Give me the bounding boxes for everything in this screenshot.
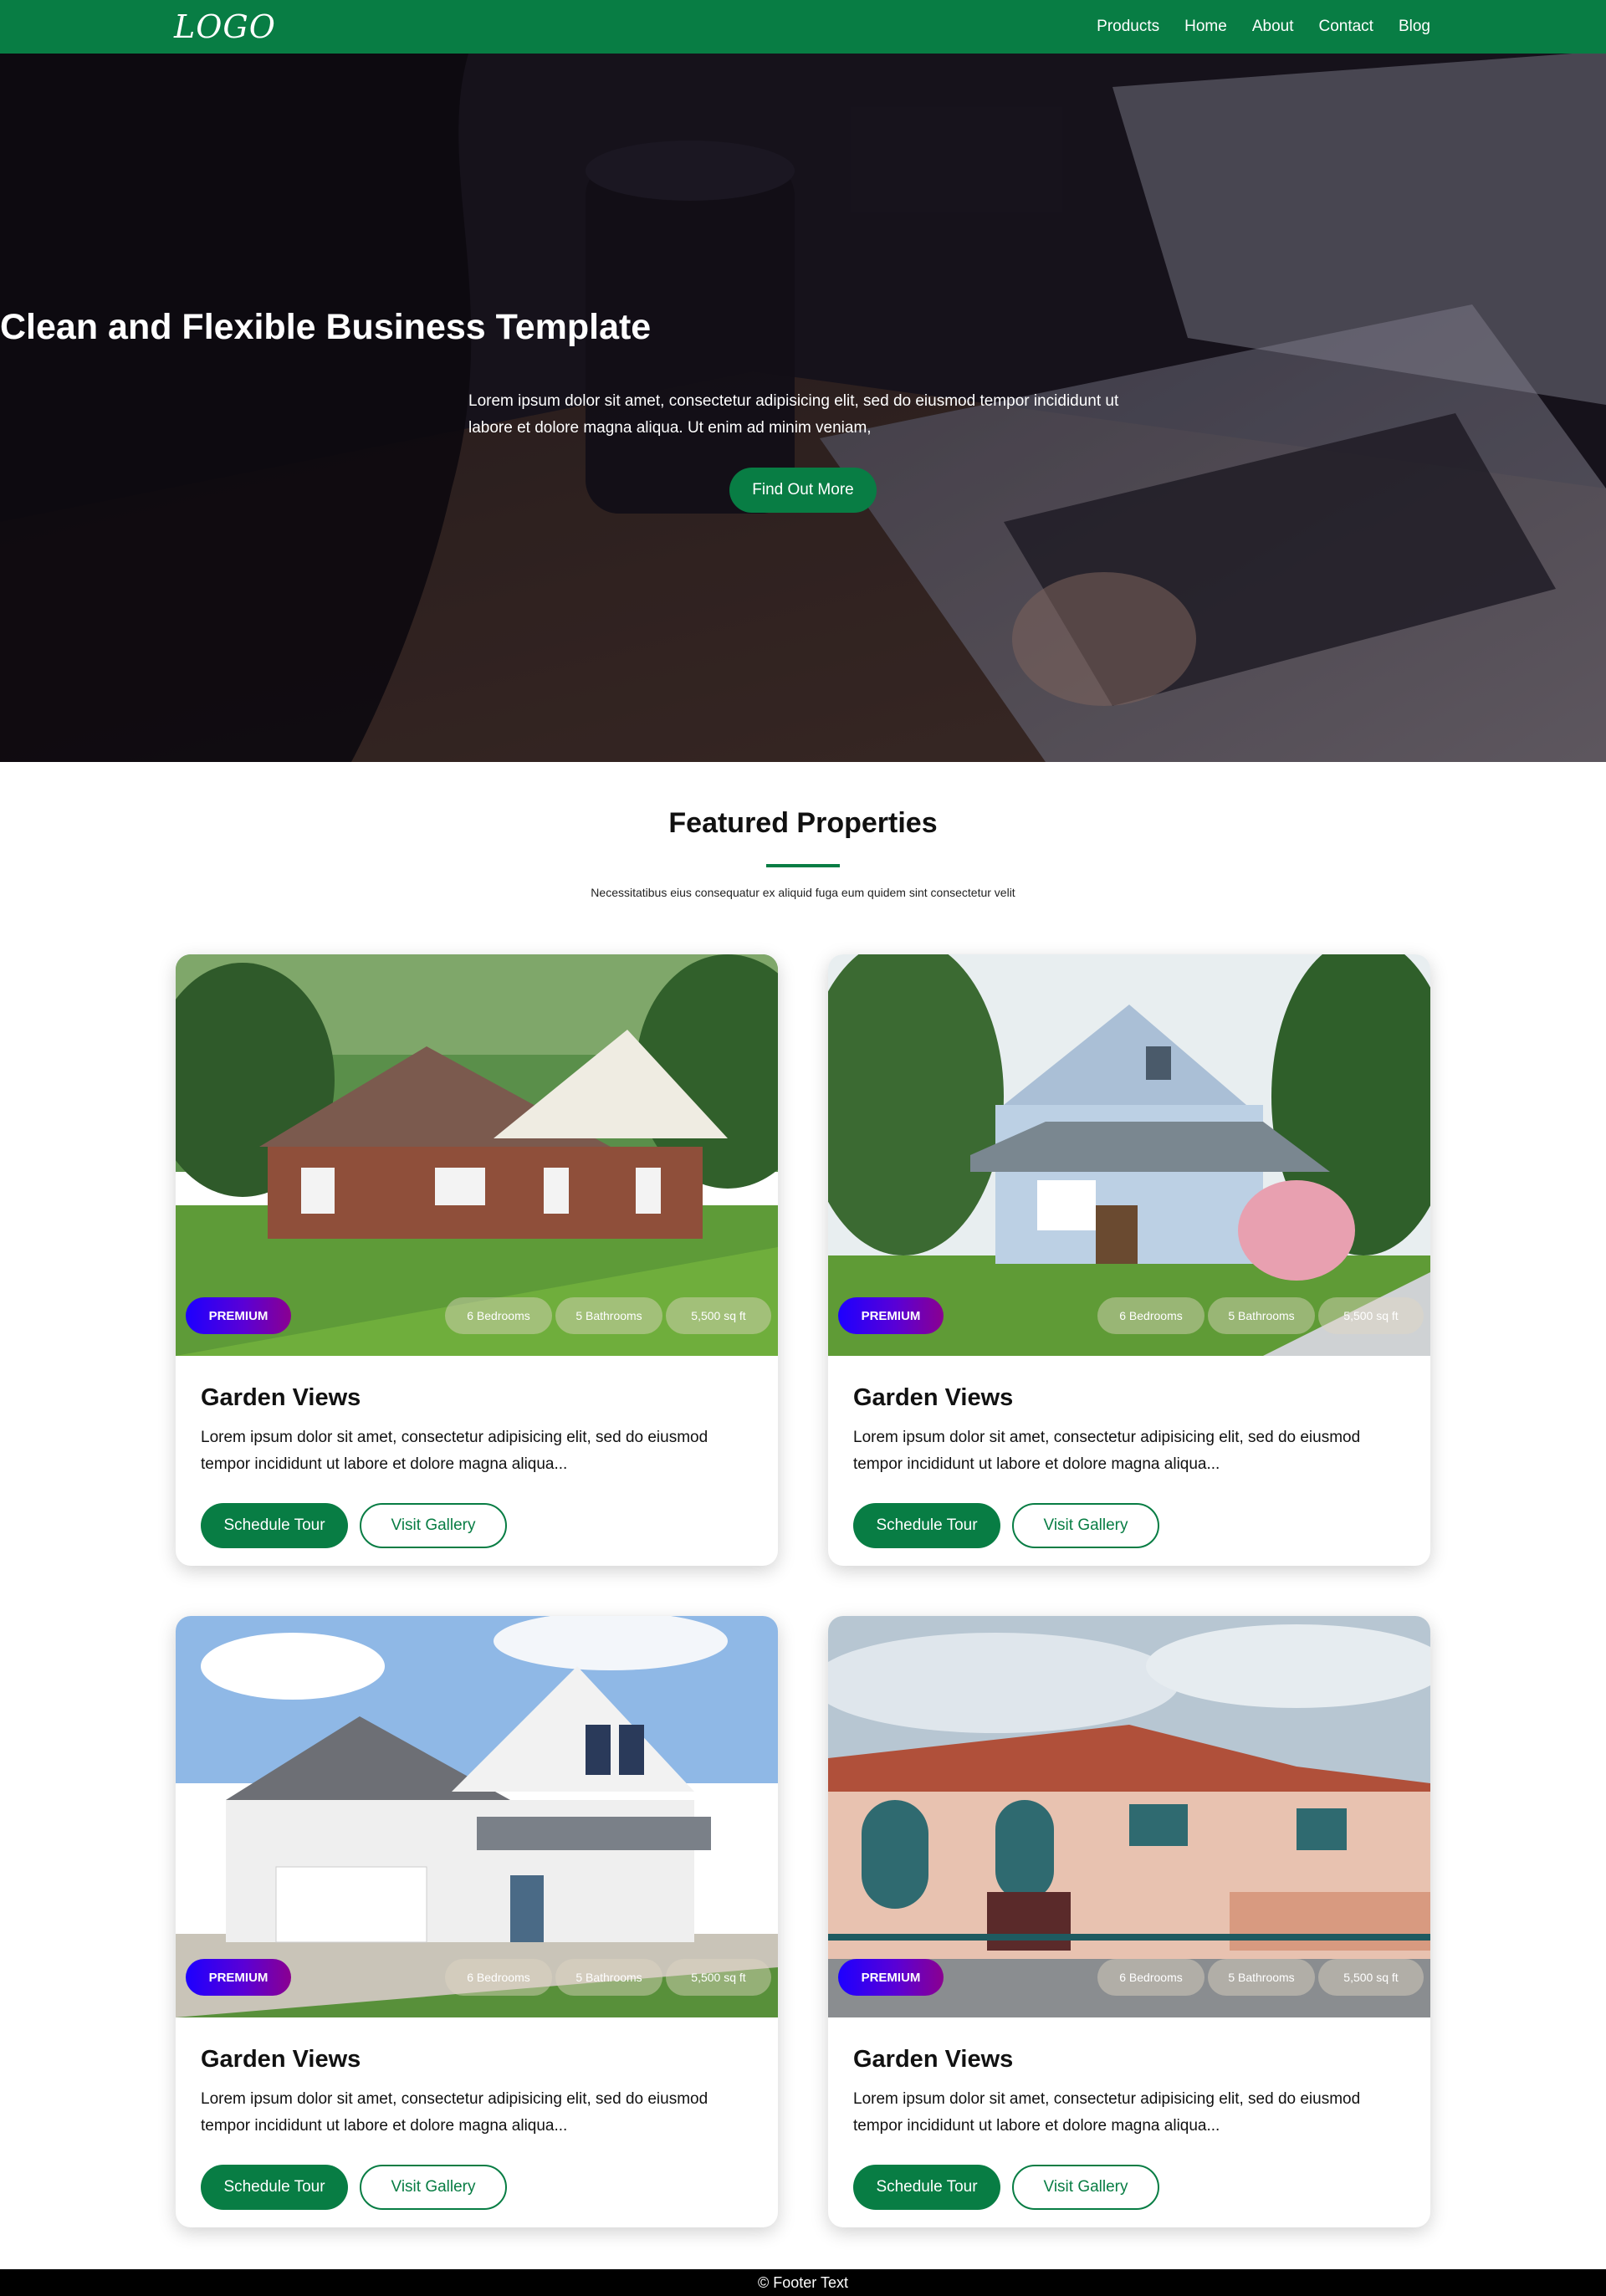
area-pill: 5,500 sq ft: [1318, 1297, 1424, 1334]
bedrooms-pill: 6 Bedrooms: [1097, 1297, 1204, 1334]
card-description: Lorem ipsum dolor sit amet, consectetur …: [853, 1429, 1361, 1473]
schedule-tour-button[interactable]: Schedule Tour: [853, 2165, 1000, 2210]
area-pill: 5,500 sq ft: [666, 1297, 771, 1334]
property-image[interactable]: [176, 954, 778, 1356]
card-description: Lorem ipsum dolor sit amet, consectetur …: [201, 1429, 708, 1473]
bathrooms-pill: 5 Bathrooms: [555, 1297, 662, 1334]
area-pill: 5,500 sq ft: [1318, 1959, 1424, 1996]
footer: © Footer Text: [0, 2269, 1606, 2296]
card-title: Garden Views: [853, 2046, 1014, 2073]
nav-link-blog[interactable]: Blog: [1399, 18, 1430, 36]
property-image[interactable]: [828, 1616, 1430, 2017]
section-subtitle: Necessitatibus eius consequatur ex aliqu…: [591, 886, 1015, 899]
card-title: Garden Views: [201, 2046, 361, 2073]
property-card: PREMIUM 6 Bedrooms 5 Bathrooms 5,500 sq …: [828, 1616, 1430, 2227]
hero-text: Lorem ipsum dolor sit amet, consectetur …: [468, 392, 1119, 437]
logo[interactable]: LOGO: [174, 8, 276, 45]
card-title: Garden Views: [201, 1384, 361, 1411]
property-card: PREMIUM 6 Bedrooms 5 Bathrooms 5,500 sq …: [828, 954, 1430, 1566]
bathrooms-pill: 5 Bathrooms: [555, 1959, 662, 1996]
nav-links: Products Home About Contact Blog: [1097, 0, 1430, 54]
property-image[interactable]: [828, 954, 1430, 1356]
navbar: LOGO Products Home About Contact Blog: [0, 0, 1606, 54]
bedrooms-pill: 6 Bedrooms: [1097, 1959, 1204, 1996]
card-title: Garden Views: [853, 1384, 1014, 1411]
visit-gallery-button[interactable]: Visit Gallery: [1012, 2165, 1159, 2210]
visit-gallery-button[interactable]: Visit Gallery: [360, 1503, 507, 1548]
bathrooms-pill: 5 Bathrooms: [1208, 1297, 1315, 1334]
find-out-more-button[interactable]: Find Out More: [729, 468, 877, 513]
schedule-tour-button[interactable]: Schedule Tour: [853, 1503, 1000, 1548]
premium-badge: PREMIUM: [186, 1297, 291, 1334]
schedule-tour-button[interactable]: Schedule Tour: [201, 1503, 348, 1548]
card-description: Lorem ipsum dolor sit amet, consectetur …: [201, 2090, 708, 2135]
nav-link-about[interactable]: About: [1252, 18, 1294, 36]
footer-text: © Footer Text: [758, 2273, 848, 2291]
visit-gallery-button[interactable]: Visit Gallery: [1012, 1503, 1159, 1548]
card-description: Lorem ipsum dolor sit amet, consectetur …: [853, 2090, 1361, 2135]
nav-link-contact[interactable]: Contact: [1318, 18, 1373, 36]
section-divider: [766, 864, 840, 867]
bathrooms-pill: 5 Bathrooms: [1208, 1959, 1315, 1996]
bedrooms-pill: 6 Bedrooms: [445, 1959, 552, 1996]
bedrooms-pill: 6 Bedrooms: [445, 1297, 552, 1334]
nav-link-home[interactable]: Home: [1184, 18, 1227, 36]
nav-link-products[interactable]: Products: [1097, 18, 1159, 36]
hero-section: Clean and Flexible Business Template Lor…: [0, 54, 1606, 762]
schedule-tour-button[interactable]: Schedule Tour: [201, 2165, 348, 2210]
property-image[interactable]: [176, 1616, 778, 2017]
premium-badge: PREMIUM: [838, 1959, 944, 1996]
hero-title: Clean and Flexible Business Template: [0, 307, 652, 347]
premium-badge: PREMIUM: [186, 1959, 291, 1996]
property-card: PREMIUM 6 Bedrooms 5 Bathrooms 5,500 sq …: [176, 1616, 778, 2227]
property-card: PREMIUM 6 Bedrooms 5 Bathrooms 5,500 sq …: [176, 954, 778, 1566]
area-pill: 5,500 sq ft: [666, 1959, 771, 1996]
visit-gallery-button[interactable]: Visit Gallery: [360, 2165, 507, 2210]
section-title: Featured Properties: [668, 807, 938, 839]
premium-badge: PREMIUM: [838, 1297, 944, 1334]
